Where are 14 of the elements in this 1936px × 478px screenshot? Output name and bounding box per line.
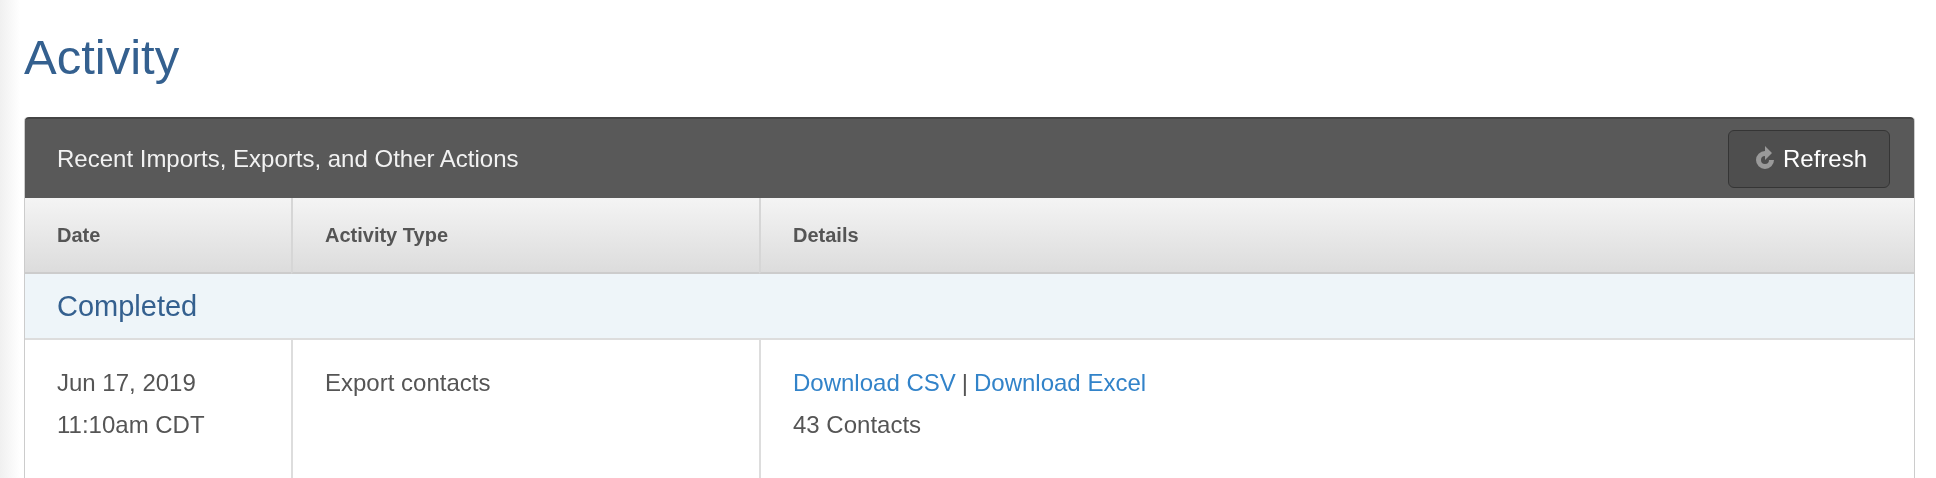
date-text: Jun 17, 2019 [57, 368, 196, 398]
download-link[interactable]: Download Excel [974, 362, 1147, 404]
separator-text: | [961, 368, 968, 398]
page-title: Activity [24, 29, 181, 86]
refresh-button[interactable]: Refresh [1727, 129, 1890, 188]
column-header: Date [25, 198, 291, 274]
column-header: Activity Type [291, 198, 759, 274]
activity-type-text: Export contacts [325, 368, 491, 398]
group-label: Completed [56, 289, 198, 324]
time-text: 11:10am CDT [57, 410, 205, 440]
panel-title: Recent Imports, Exports, and Other Actions [57, 144, 519, 173]
contacts-count: 43 Contacts [793, 410, 922, 440]
column-header: Details [759, 198, 1914, 274]
download-link[interactable]: Download CSV [793, 362, 956, 404]
